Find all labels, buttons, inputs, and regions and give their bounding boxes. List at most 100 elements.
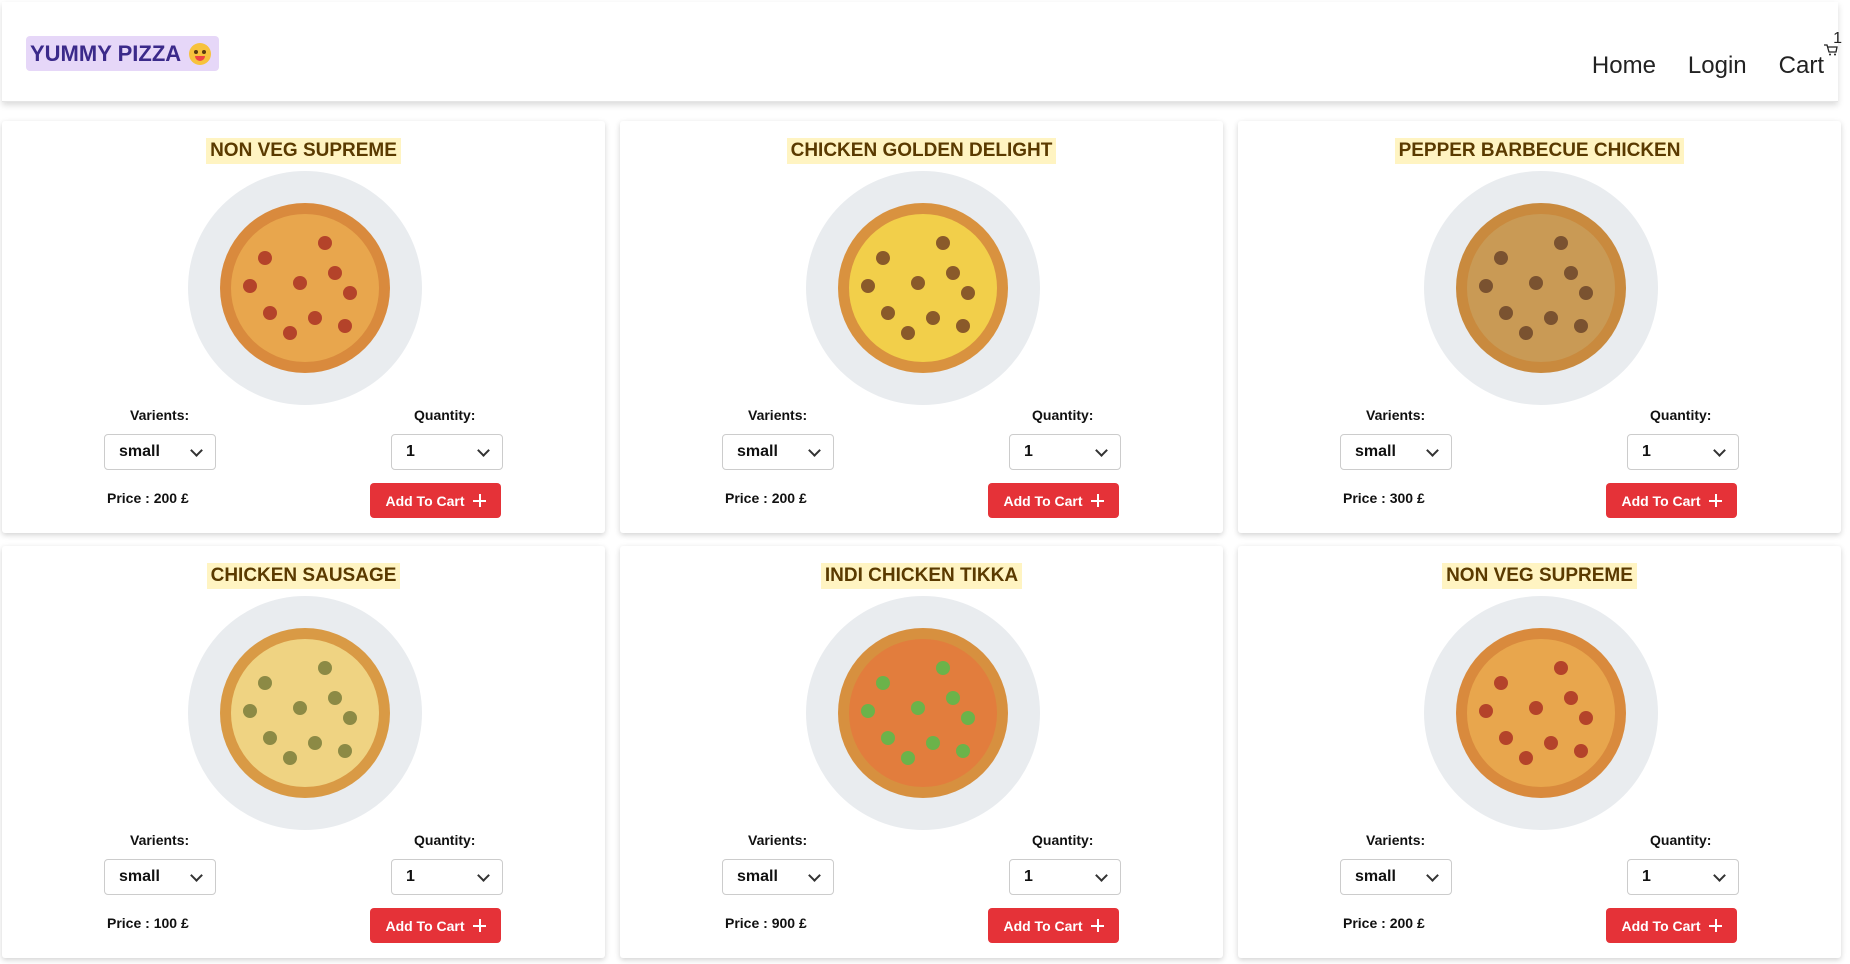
pizza-topping (293, 701, 307, 715)
pizza-topping (343, 286, 357, 300)
chevron-down-icon (1713, 869, 1726, 882)
variants-label: Varients: (748, 832, 808, 848)
plus-icon (1090, 494, 1104, 507)
variant-value: small (737, 868, 778, 885)
variant-select[interactable]: small (722, 434, 834, 470)
pizza-topping (876, 251, 890, 265)
quantity-select[interactable]: 1 (1009, 859, 1121, 895)
quantity-label: Quantity: (1650, 832, 1712, 848)
pizza-image (806, 171, 1040, 405)
variant-select[interactable]: small (104, 434, 216, 470)
add-to-cart-button[interactable]: Add To Cart (370, 483, 501, 518)
variant-select[interactable]: small (1340, 859, 1452, 895)
variant-select[interactable]: small (722, 859, 834, 895)
price-text: Price : 200 £ (1343, 915, 1425, 931)
pizza-topping (876, 676, 890, 690)
pizza-topping (861, 704, 875, 718)
price-text: Price : 200 £ (725, 490, 807, 506)
add-to-cart-button[interactable]: Add To Cart (1606, 908, 1737, 943)
pizza-topping (936, 236, 950, 250)
pizza-topping (318, 236, 332, 250)
nav-links: Home Login Cart 1 (1592, 30, 1842, 80)
pizza-topping (243, 704, 257, 718)
pizza-topping (946, 266, 960, 280)
quantity-value: 1 (1024, 443, 1033, 460)
variants-label: Varients: (130, 832, 190, 848)
quantity-select[interactable]: 1 (1627, 859, 1739, 895)
price-text: Price : 900 £ (725, 915, 807, 931)
plus-icon (1708, 919, 1722, 932)
pizza-topping (1529, 276, 1543, 290)
chevron-down-icon (477, 444, 490, 457)
brand-logo[interactable]: YUMMY PIZZA (26, 36, 220, 71)
variant-select[interactable]: small (104, 859, 216, 895)
pizza-topping (961, 711, 975, 725)
pizza-topping (1494, 251, 1508, 265)
variant-select[interactable]: small (1340, 434, 1452, 470)
pizza-topping (328, 266, 342, 280)
chevron-down-icon (808, 869, 821, 882)
pizza-topping (1564, 691, 1578, 705)
pizza-topping (258, 676, 272, 690)
pizza-image (806, 596, 1040, 830)
cart-count-badge: 1 (1833, 30, 1842, 47)
add-to-cart-button[interactable]: Add To Cart (1606, 483, 1737, 518)
quantity-label: Quantity: (1032, 832, 1094, 848)
pizza-topping (1479, 704, 1493, 718)
pizza-card: CHICKEN SAUSAGE Varients: Quantity: smal… (2, 546, 605, 958)
pizza-topping (1574, 319, 1588, 333)
variants-label: Varients: (130, 407, 190, 423)
pizza-topping (1579, 286, 1593, 300)
add-to-cart-label: Add To Cart (1621, 917, 1701, 934)
pizza-topping (1554, 236, 1568, 250)
price-text: Price : 200 £ (107, 490, 189, 506)
pizza-topping (1554, 661, 1568, 675)
pizza-topping (926, 736, 940, 750)
quantity-select[interactable]: 1 (1009, 434, 1121, 470)
pizza-topping (343, 711, 357, 725)
pizza-image (188, 596, 422, 830)
quantity-select[interactable]: 1 (391, 434, 503, 470)
pizza-topping (308, 736, 322, 750)
quantity-value: 1 (1024, 868, 1033, 885)
pizza-topping (338, 319, 352, 333)
quantity-select[interactable]: 1 (391, 859, 503, 895)
pizza-topping (901, 751, 915, 765)
add-to-cart-label: Add To Cart (385, 917, 465, 934)
pizza-topping (1519, 751, 1533, 765)
nav-cart-label: Cart (1778, 52, 1824, 79)
smiley-emoji-icon (189, 42, 212, 65)
add-to-cart-button[interactable]: Add To Cart (370, 908, 501, 943)
pizza-topping (881, 306, 895, 320)
nav-login-link[interactable]: Login (1688, 52, 1747, 80)
quantity-value: 1 (406, 443, 415, 460)
pizza-title: PEPPER BARBECUE CHICKEN (1394, 138, 1685, 164)
pizza-image (1424, 171, 1658, 405)
price-text: Price : 100 £ (107, 915, 189, 931)
pizza-card: CHICKEN GOLDEN DELIGHT Varients: Quantit… (620, 121, 1223, 533)
pizza-topping (243, 279, 257, 293)
pizza-topping (901, 326, 915, 340)
pizza-title-wrap: CHICKEN SAUSAGE (2, 563, 605, 589)
chevron-down-icon (808, 444, 821, 457)
pizza-topping (1544, 311, 1558, 325)
nav-home-link[interactable]: Home (1592, 52, 1656, 80)
add-to-cart-label: Add To Cart (385, 492, 465, 509)
brand-name: YUMMY PIZZA (30, 40, 182, 66)
pizza-card: NON VEG SUPREME Varients: Quantity: smal… (1238, 546, 1841, 958)
quantity-value: 1 (406, 868, 415, 885)
add-to-cart-button[interactable]: Add To Cart (988, 483, 1119, 518)
quantity-select[interactable]: 1 (1627, 434, 1739, 470)
nav-cart-link[interactable]: Cart 1 (1778, 30, 1842, 80)
pizza-topping (1579, 711, 1593, 725)
pizza-topping (338, 744, 352, 758)
add-to-cart-button[interactable]: Add To Cart (988, 908, 1119, 943)
pizza-topping (956, 319, 970, 333)
chevron-down-icon (477, 869, 490, 882)
variants-label: Varients: (1366, 832, 1426, 848)
quantity-label: Quantity: (414, 832, 476, 848)
pizza-topping (318, 661, 332, 675)
pizza-topping (1499, 306, 1513, 320)
chevron-down-icon (1426, 444, 1439, 457)
pizza-topping (263, 731, 277, 745)
